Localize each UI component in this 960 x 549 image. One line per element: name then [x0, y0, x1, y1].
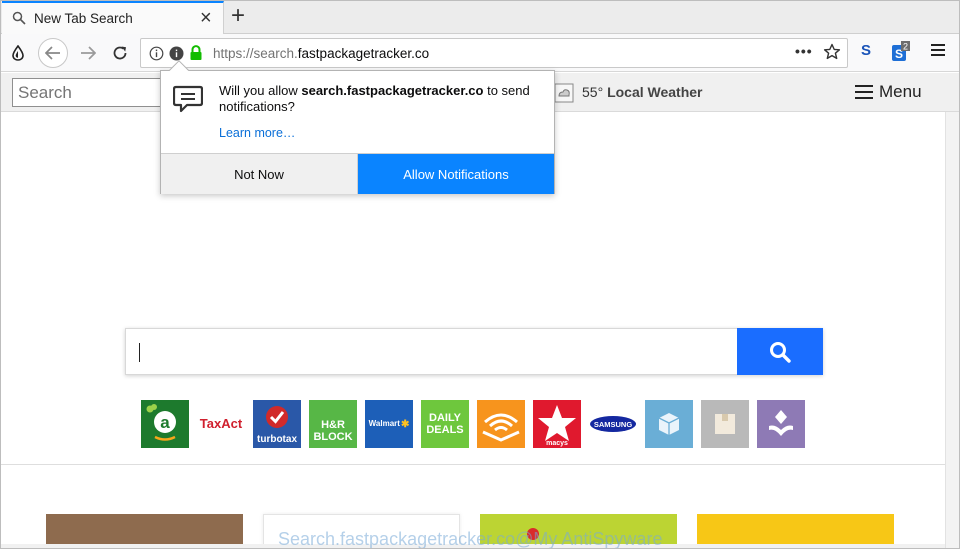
- svg-text:macys: macys: [546, 440, 568, 447]
- content-divider: [1, 464, 945, 465]
- weather-icon: [554, 83, 574, 103]
- page-actions-menu-icon[interactable]: •••: [795, 43, 813, 59]
- taxact-tile[interactable]: TaxAct: [197, 400, 245, 448]
- text-cursor: [139, 343, 140, 362]
- new-tab-button[interactable]: +: [231, 4, 245, 28]
- extension-s-icon[interactable]: S: [861, 42, 871, 59]
- package-tile-2[interactable]: [701, 400, 749, 448]
- hrblock-tile[interactable]: H&R BLOCK: [309, 400, 357, 448]
- vertical-scrollbar[interactable]: [945, 112, 959, 548]
- permission-info-icon[interactable]: [169, 46, 184, 61]
- navigation-bar: https://search.fastpackagetracker.co •••…: [1, 34, 959, 72]
- amazon-tile[interactable]: a: [141, 400, 189, 448]
- url-bar[interactable]: https://search.fastpackagetracker.co •••: [140, 38, 848, 68]
- walmart-tile[interactable]: Walmart ✱: [365, 400, 413, 448]
- turbotax-tile[interactable]: turbotax: [253, 400, 301, 448]
- svg-text:a: a: [160, 413, 170, 432]
- extension-badge-icon[interactable]: S 2: [892, 41, 910, 61]
- forward-arrow-icon: [81, 46, 96, 60]
- allow-notifications-button[interactable]: Allow Notifications: [358, 154, 554, 194]
- tab-new-tab-search[interactable]: New Tab Search ×: [2, 1, 224, 34]
- back-button[interactable]: [38, 38, 68, 68]
- back-arrow-icon: [45, 46, 60, 60]
- macys-tile[interactable]: macys: [533, 400, 581, 448]
- info-icon[interactable]: [149, 46, 164, 61]
- watermark-text: Search.fastpackagetracker.co@My AntiSpyw…: [278, 529, 663, 549]
- not-now-button[interactable]: Not Now: [161, 154, 358, 194]
- main-search-button[interactable]: [737, 328, 823, 375]
- audible-tile[interactable]: [477, 400, 525, 448]
- menu-label: Menu: [879, 82, 922, 101]
- toolbar-search-input[interactable]: [12, 78, 182, 107]
- main-search-box: [125, 328, 823, 375]
- tab-title: New Tab Search: [34, 11, 133, 26]
- search-icon: [770, 341, 791, 363]
- svg-text:2: 2: [903, 42, 908, 52]
- tracking-protection-icon[interactable]: [7, 38, 29, 68]
- package-tile-1[interactable]: [645, 400, 693, 448]
- reload-icon: [113, 46, 127, 60]
- lock-icon[interactable]: [189, 45, 203, 61]
- forward-button[interactable]: [75, 38, 101, 68]
- main-search-input[interactable]: [126, 329, 737, 374]
- learn-more-link[interactable]: Learn more…: [219, 126, 295, 140]
- url-text[interactable]: https://search.fastpackagetracker.co: [213, 46, 429, 61]
- search-icon: [12, 11, 26, 25]
- popup-actions: Not Now Allow Notifications: [161, 153, 554, 194]
- weather-widget[interactable]: 55° Local Weather: [582, 84, 703, 100]
- browser-window: New Tab Search × + https://search.fastpa…: [0, 0, 960, 549]
- bookmark-star-icon[interactable]: [823, 43, 841, 61]
- chat-bubble-icon: [173, 85, 203, 113]
- svg-text:SAMSUNG: SAMSUNG: [594, 420, 633, 429]
- svg-text:TaxAct: TaxAct: [200, 416, 243, 431]
- popup-message: Will you allow search.fastpackagetracker…: [219, 83, 530, 114]
- menu-icon: [855, 85, 873, 99]
- package-tile-3[interactable]: [757, 400, 805, 448]
- page-menu-button[interactable]: Menu: [855, 82, 922, 102]
- reload-button[interactable]: [107, 38, 133, 68]
- svg-text:turbotax: turbotax: [257, 434, 297, 445]
- tab-close-icon[interactable]: ×: [200, 8, 212, 28]
- shortcut-tiles: a TaxAct turbotax H&R BLOCK Walmart ✱ DAI…: [141, 400, 805, 448]
- notification-permission-popup: Will you allow search.fastpackagetracker…: [160, 60, 555, 194]
- daily-deals-tile[interactable]: DAILY DEALS: [421, 400, 469, 448]
- tab-strip: New Tab Search × +: [1, 1, 959, 34]
- samsung-tile[interactable]: SAMSUNG: [589, 400, 637, 448]
- browser-menu-icon[interactable]: [931, 43, 945, 62]
